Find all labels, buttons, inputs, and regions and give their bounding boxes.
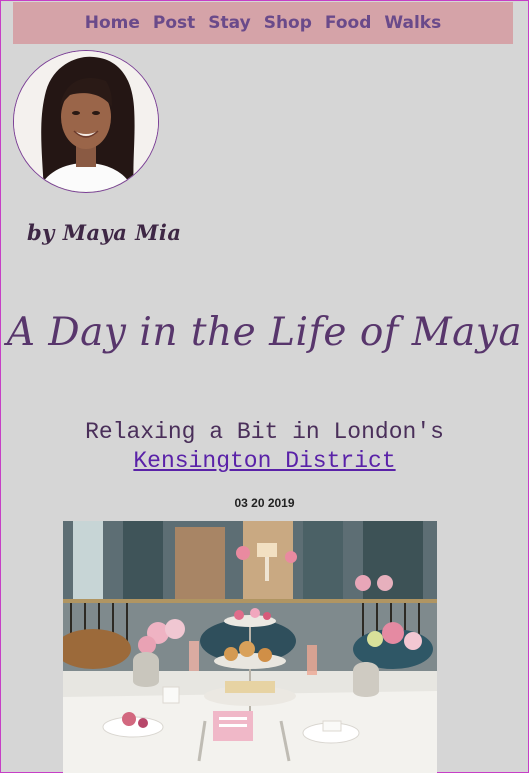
post-date: 03 20 2019 <box>234 496 295 510</box>
nav-home-link[interactable]: Home <box>85 13 140 33</box>
afternoon-tea-image <box>63 521 437 773</box>
post-title: A Day in the Life of Maya <box>6 310 523 355</box>
nav-post-link[interactable]: Post <box>153 13 195 33</box>
nav-shop-link[interactable]: Shop <box>264 13 312 33</box>
author-avatar <box>13 50 159 193</box>
nav-stay-link[interactable]: Stay <box>208 13 250 33</box>
afternoon-tea-photo <box>63 521 437 773</box>
post-subtitle: Relaxing a Bit in London's Kensington Di… <box>0 418 529 476</box>
author-portrait-image <box>14 51 158 192</box>
top-nav: Home Post Stay Shop Food Walks <box>13 2 513 44</box>
kensington-district-link[interactable]: Kensington District <box>133 448 395 474</box>
nav-walks-link[interactable]: Walks <box>384 13 441 33</box>
post-subtitle-text: Relaxing a Bit in London's <box>85 419 444 445</box>
author-byline: by Maya Mia <box>27 220 182 245</box>
nav-food-link[interactable]: Food <box>325 13 371 33</box>
